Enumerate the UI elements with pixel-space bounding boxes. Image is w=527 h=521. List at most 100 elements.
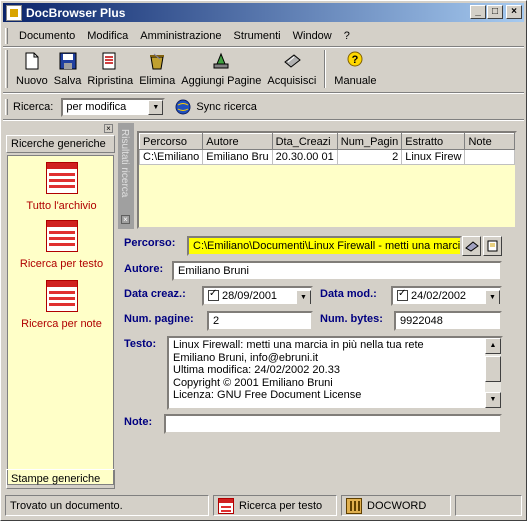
- window-title: DocBrowser Plus: [26, 5, 126, 20]
- save-button[interactable]: Salva: [51, 48, 85, 87]
- new-label: Nuovo: [16, 75, 48, 87]
- ledger-icon: [45, 162, 78, 194]
- creation-date-picker[interactable]: 28/09/2001 ▼: [202, 286, 313, 306]
- modified-date-label: Data mod.:: [320, 288, 377, 300]
- results-close-icon[interactable]: ×: [121, 215, 130, 224]
- text-area[interactable]: Linux Firewall: metti una marcia in più …: [167, 336, 503, 410]
- search-mode-value: per modifica: [66, 101, 127, 113]
- detail-form: Percorso: C:\Emiliano\Documenti\Linux Fi…: [116, 231, 520, 485]
- notes-field[interactable]: [164, 414, 502, 434]
- restore-button[interactable]: Ripristina: [84, 48, 136, 87]
- scan-button[interactable]: [462, 236, 481, 256]
- scroll-down-icon[interactable]: ▼: [485, 392, 501, 408]
- searchbar-separator: [3, 119, 524, 121]
- text-line: Emiliano Bruni, info@ebruni.it: [173, 351, 319, 364]
- menu-modifica[interactable]: Modifica: [81, 30, 134, 42]
- column-header[interactable]: Num_Pagin: [336, 133, 403, 150]
- sync-search-label: Sync ricerca: [196, 101, 257, 113]
- maximize-button[interactable]: □: [487, 5, 503, 19]
- toolbar: Nuovo Salva Ripristina Elimina Aggiungi …: [5, 48, 380, 92]
- author-field[interactable]: Emiliano Bruni: [172, 261, 502, 281]
- add-pages-button[interactable]: Aggiungi Pagine: [178, 48, 264, 87]
- menu-grip: [5, 28, 8, 44]
- column-header[interactable]: Dta_Creazi: [271, 133, 338, 150]
- scroll-thumb[interactable]: [485, 356, 501, 382]
- search-by-notes-item[interactable]: Ricerca per note: [8, 280, 115, 330]
- results-grid: Percorso Autore Dta_Creazi Num_Pagin Est…: [137, 131, 517, 229]
- searchbar-grip: [5, 99, 8, 115]
- table-cell: 01 20.30.00: [271, 149, 338, 165]
- column-header[interactable]: Estratto: [401, 133, 466, 150]
- delete-label: Elimina: [139, 75, 176, 87]
- path-field[interactable]: C:\Emiliano\Documenti\Linux Firewall - m…: [187, 236, 462, 256]
- status-message: Trovato un documento.: [5, 495, 209, 516]
- trash-icon: [146, 51, 168, 71]
- search-mode-select[interactable]: per modifica ▼: [61, 97, 166, 117]
- menu-documento[interactable]: Documento: [13, 30, 81, 42]
- minimize-button[interactable]: _: [470, 5, 486, 19]
- left-panel-close-icon[interactable]: ×: [104, 124, 113, 133]
- pages-count-field[interactable]: 2: [207, 311, 313, 331]
- modified-date-value: 24/02/2002: [411, 290, 467, 302]
- path-label: Percorso:: [124, 237, 176, 249]
- column-header[interactable]: Percorso: [138, 133, 204, 150]
- text-scrollbar[interactable]: ▲ ▼: [485, 338, 501, 408]
- menu-amministrazione[interactable]: Amministrazione: [134, 30, 227, 42]
- menu-window[interactable]: Window: [287, 30, 338, 42]
- generic-prints-header[interactable]: Stampe generiche: [6, 469, 115, 489]
- table-cell: [464, 149, 515, 165]
- status-bar: Trovato un documento. Ricerca per testo …: [3, 493, 524, 518]
- globe-sync-icon: [175, 99, 191, 115]
- restore-label: Ripristina: [87, 75, 134, 87]
- search-label: Ricerca:: [13, 101, 54, 113]
- menu-strumenti[interactable]: Strumenti: [228, 30, 287, 42]
- search-by-text-item[interactable]: Ricerca per testo: [8, 220, 115, 270]
- scroll-up-icon[interactable]: ▲: [485, 338, 501, 354]
- search-by-notes-label: Ricerca per note: [21, 318, 102, 330]
- search-all-archive-item[interactable]: Tutto l'archivio: [8, 162, 115, 212]
- ledger-icon: [45, 220, 78, 252]
- svg-text:?: ?: [352, 54, 359, 66]
- status-empty-panel: [455, 495, 522, 516]
- table-row[interactable]: C:\Emiliano Emiliano Bru 01 20.30.00 2 L…: [138, 149, 515, 165]
- chevron-down-icon[interactable]: ▼: [148, 99, 164, 115]
- creation-date-label: Data creaz.:: [124, 288, 186, 300]
- main-window: DocBrowser Plus _ □ × Documento Modifica…: [0, 0, 527, 521]
- toolbar-separator: [324, 50, 327, 88]
- column-header[interactable]: Note: [464, 133, 515, 150]
- acquire-button[interactable]: Acquisisci: [264, 48, 319, 87]
- creation-date-checkbox[interactable]: [208, 288, 219, 301]
- close-button[interactable]: ×: [506, 5, 522, 19]
- open-folder-button[interactable]: [483, 236, 502, 256]
- text-line: Copyright © 2001 Emiliano Bruni: [173, 376, 333, 389]
- sync-search-button[interactable]: Sync ricerca: [175, 99, 257, 115]
- table-cell: Emiliano Bru: [202, 149, 273, 165]
- modified-date-picker[interactable]: 24/02/2002 ▼: [391, 286, 502, 306]
- status-search-mode: Ricerca per testo: [213, 495, 337, 516]
- generic-searches-header[interactable]: Ricerche generiche: [6, 135, 115, 153]
- menu-help[interactable]: ?: [338, 30, 356, 42]
- chevron-down-icon[interactable]: ▼: [485, 290, 500, 304]
- creation-date-value: 28/09/2001: [222, 290, 278, 302]
- manual-button[interactable]: ? Manuale: [331, 48, 379, 87]
- author-label: Autore:: [124, 263, 164, 275]
- modified-date-checkbox[interactable]: [397, 288, 408, 301]
- status-search-mode-label: Ricerca per testo: [239, 499, 323, 512]
- table-cell: 2: [336, 149, 403, 165]
- toolbar-separator-bottom: [3, 92, 524, 94]
- chevron-down-icon[interactable]: ▼: [296, 290, 311, 304]
- search-all-archive-label: Tutto l'archivio: [26, 200, 97, 212]
- new-button[interactable]: Nuovo: [13, 48, 51, 87]
- delete-button[interactable]: Elimina: [136, 48, 178, 87]
- pages-count-label: Num. pagine:: [124, 313, 194, 325]
- notes-label: Note:: [124, 416, 153, 428]
- bytes-count-field[interactable]: 9922048: [394, 311, 502, 331]
- status-doctype: DOCWORD: [341, 495, 451, 516]
- results-side-bar: Risultati ricerca ×: [118, 123, 134, 229]
- column-header[interactable]: Autore: [202, 133, 273, 150]
- search-bar: Ricerca: per modifica ▼ Sync ricerca: [5, 95, 257, 119]
- menu-bar: Documento Modifica Amministrazione Strum…: [5, 26, 356, 46]
- search-by-text-label: Ricerca per testo: [19, 258, 104, 270]
- title-bar: DocBrowser Plus: [3, 3, 524, 22]
- table-cell: Linux Firew: [401, 149, 466, 165]
